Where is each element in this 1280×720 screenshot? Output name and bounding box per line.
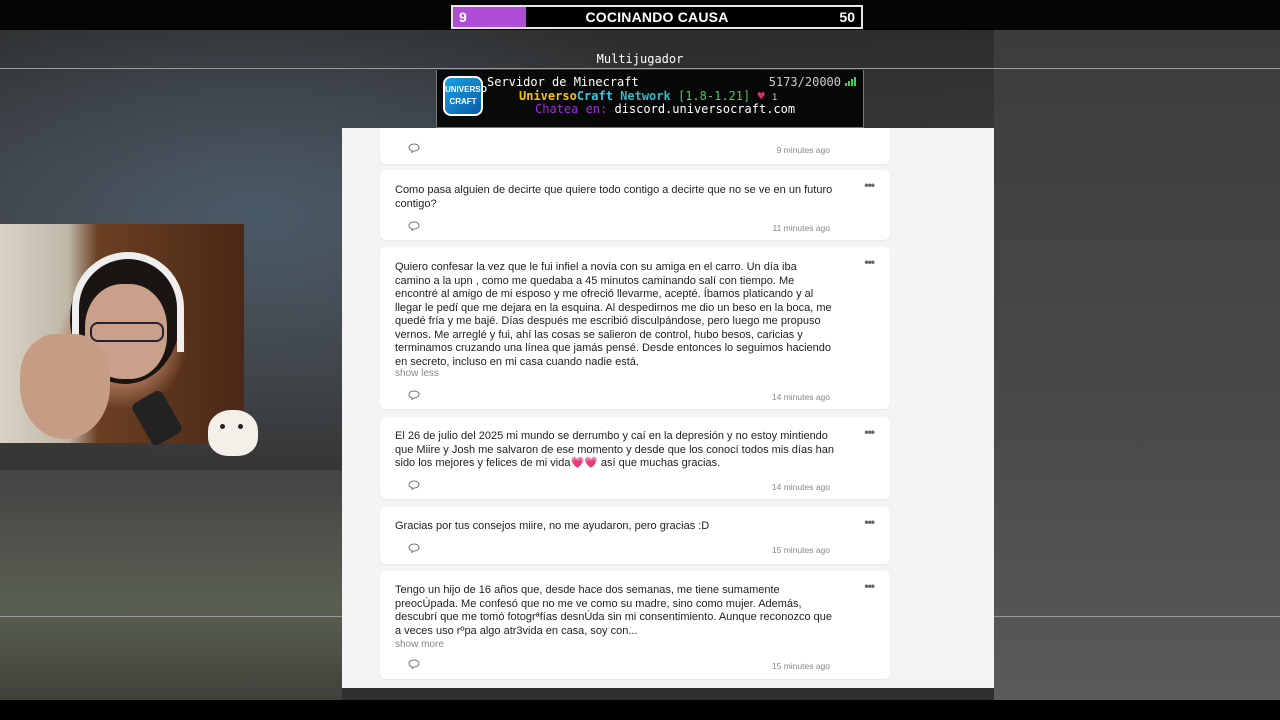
multiplayer-title: Multijugador [596,52,684,66]
webcam-overlay [0,224,244,448]
ellipsis-icon[interactable]: ••• [864,579,875,593]
ellipsis-icon[interactable]: ••• [864,255,875,269]
post-card: ••• Quiero confesar la vez que le fui in… [380,247,890,409]
ellipsis-icon[interactable]: ••• [864,425,875,439]
heart-icon: ♥ [757,89,765,103]
comment-icon[interactable] [408,543,420,553]
menu-divider [0,68,1280,69]
goal-progress-bar: 9 COCINANDO CAUSA 50 [451,5,863,29]
menu-divider-bottom-left [0,616,342,617]
server-name: Servidor de Minecraft [487,75,639,89]
post-time: 9 minutes ago [776,145,830,155]
post-time: 15 minutes ago [771,545,830,555]
post-text: Gracias por tus consejos miire, no me ay… [395,520,710,532]
signal-icon [845,77,857,86]
comment-icon[interactable] [408,221,420,231]
server-motd-line1: UniversoCraft Network [1.8-1.21] ♥ 1 [519,89,778,103]
ellipsis-icon[interactable]: ••• [864,178,875,192]
streamer-hand [20,334,110,439]
comment-icon[interactable] [408,480,420,490]
comment-icon[interactable] [408,659,420,669]
background-wall [994,30,1280,700]
menu-divider-bottom-right [994,616,1280,617]
post-text: Tengo un hijo de 16 años que, desde hace… [395,584,832,637]
comment-icon[interactable] [408,390,420,400]
post-card: ••• Gracias por tus consejos miire, no m… [380,507,890,564]
ellipsis-icon[interactable]: ••• [864,515,875,529]
post-time: 11 minutes ago [772,223,831,233]
server-motd-line2: Chatea en: discord.universocraft.com [535,102,796,116]
server-logo: UNIVERSO CRAFT [443,76,487,116]
comment-icon[interactable] [408,143,420,153]
post-card: ••• El 26 de julio del 2025 mi mundo se … [380,417,890,499]
goal-target: 50 [839,9,855,25]
post-time: 14 minutes ago [771,392,830,402]
post-card: 9 minutes ago [380,128,890,164]
post-text: Quiero confesar la vez que le fui infiel… [395,261,832,368]
goal-title: COCINANDO CAUSA [585,9,729,25]
confessions-feed[interactable]: 9 minutes ago ••• Como pasa alguien de d… [342,128,994,688]
post-text: Como pasa alguien de decirte que quiere … [395,184,833,210]
post-card: ••• Como pasa alguien de decirte que qui… [380,170,890,240]
show-less-link[interactable]: show less [395,368,439,379]
server-entry[interactable]: UNIVERSO CRAFT Servidor de Minecraft 517… [436,70,864,128]
background-grass [0,470,342,700]
player-count: 5173/20000 [768,75,841,89]
post-card: ••• Tengo un hijo de 16 años que, desde … [380,571,890,679]
post-time: 14 minutes ago [771,482,830,492]
show-more-link[interactable]: show more [395,639,444,650]
post-time: 15 minutes ago [771,661,830,671]
bottom-black-bar [0,700,1280,720]
microphone [130,388,184,448]
post-text: El 26 de julio del 2025 mi mundo se derr… [395,430,835,469]
mascot-sticker [208,410,258,456]
